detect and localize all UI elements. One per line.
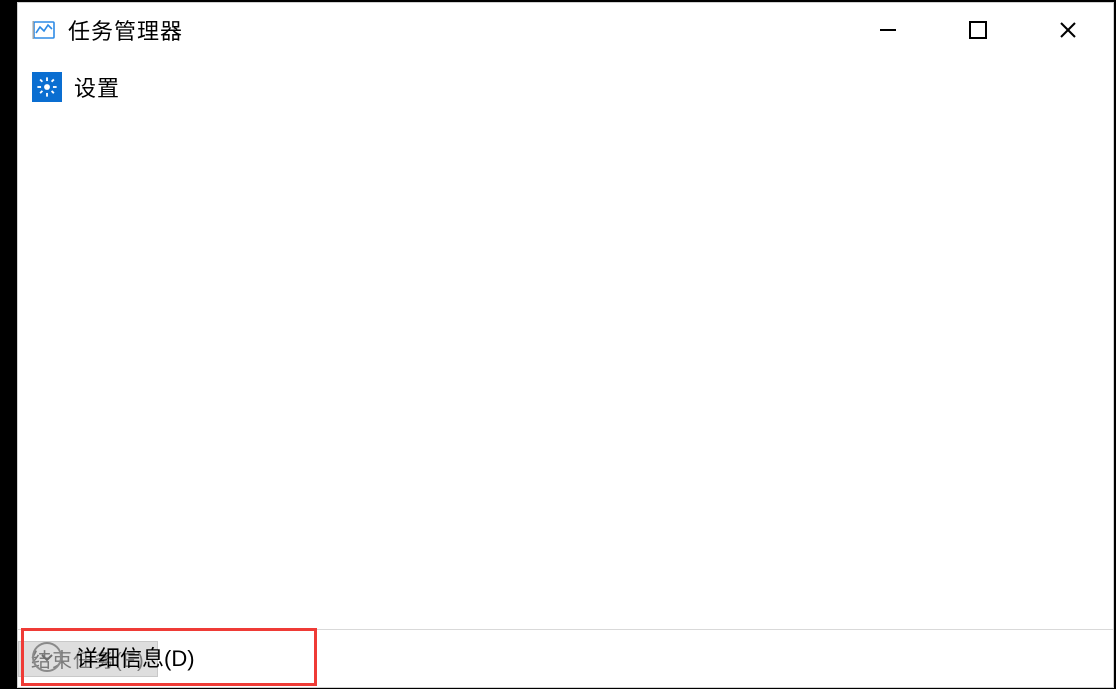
details-label: 详细信息(D) (76, 641, 195, 673)
process-row[interactable]: 设置 (18, 67, 1113, 107)
task-manager-window: 任务管理器 (17, 2, 1114, 688)
task-manager-icon (32, 18, 56, 42)
process-name: 设置 (74, 71, 120, 103)
chevron-down-icon (32, 642, 62, 672)
window-controls (843, 3, 1113, 57)
app-title: 任务管理器 (68, 14, 183, 46)
titlebar: 任务管理器 (18, 3, 1113, 57)
details-button[interactable]: 详细信息(D) (21, 628, 317, 686)
title-left: 任务管理器 (18, 14, 183, 46)
maximize-button[interactable] (933, 3, 1023, 57)
process-list-area: 设置 (18, 57, 1113, 629)
minimize-button[interactable] (843, 3, 933, 57)
empty-space (18, 107, 1113, 629)
gear-icon (32, 72, 62, 102)
close-button[interactable] (1023, 3, 1113, 57)
footer: 详细信息(D) 结束任务(E) (18, 629, 1113, 687)
